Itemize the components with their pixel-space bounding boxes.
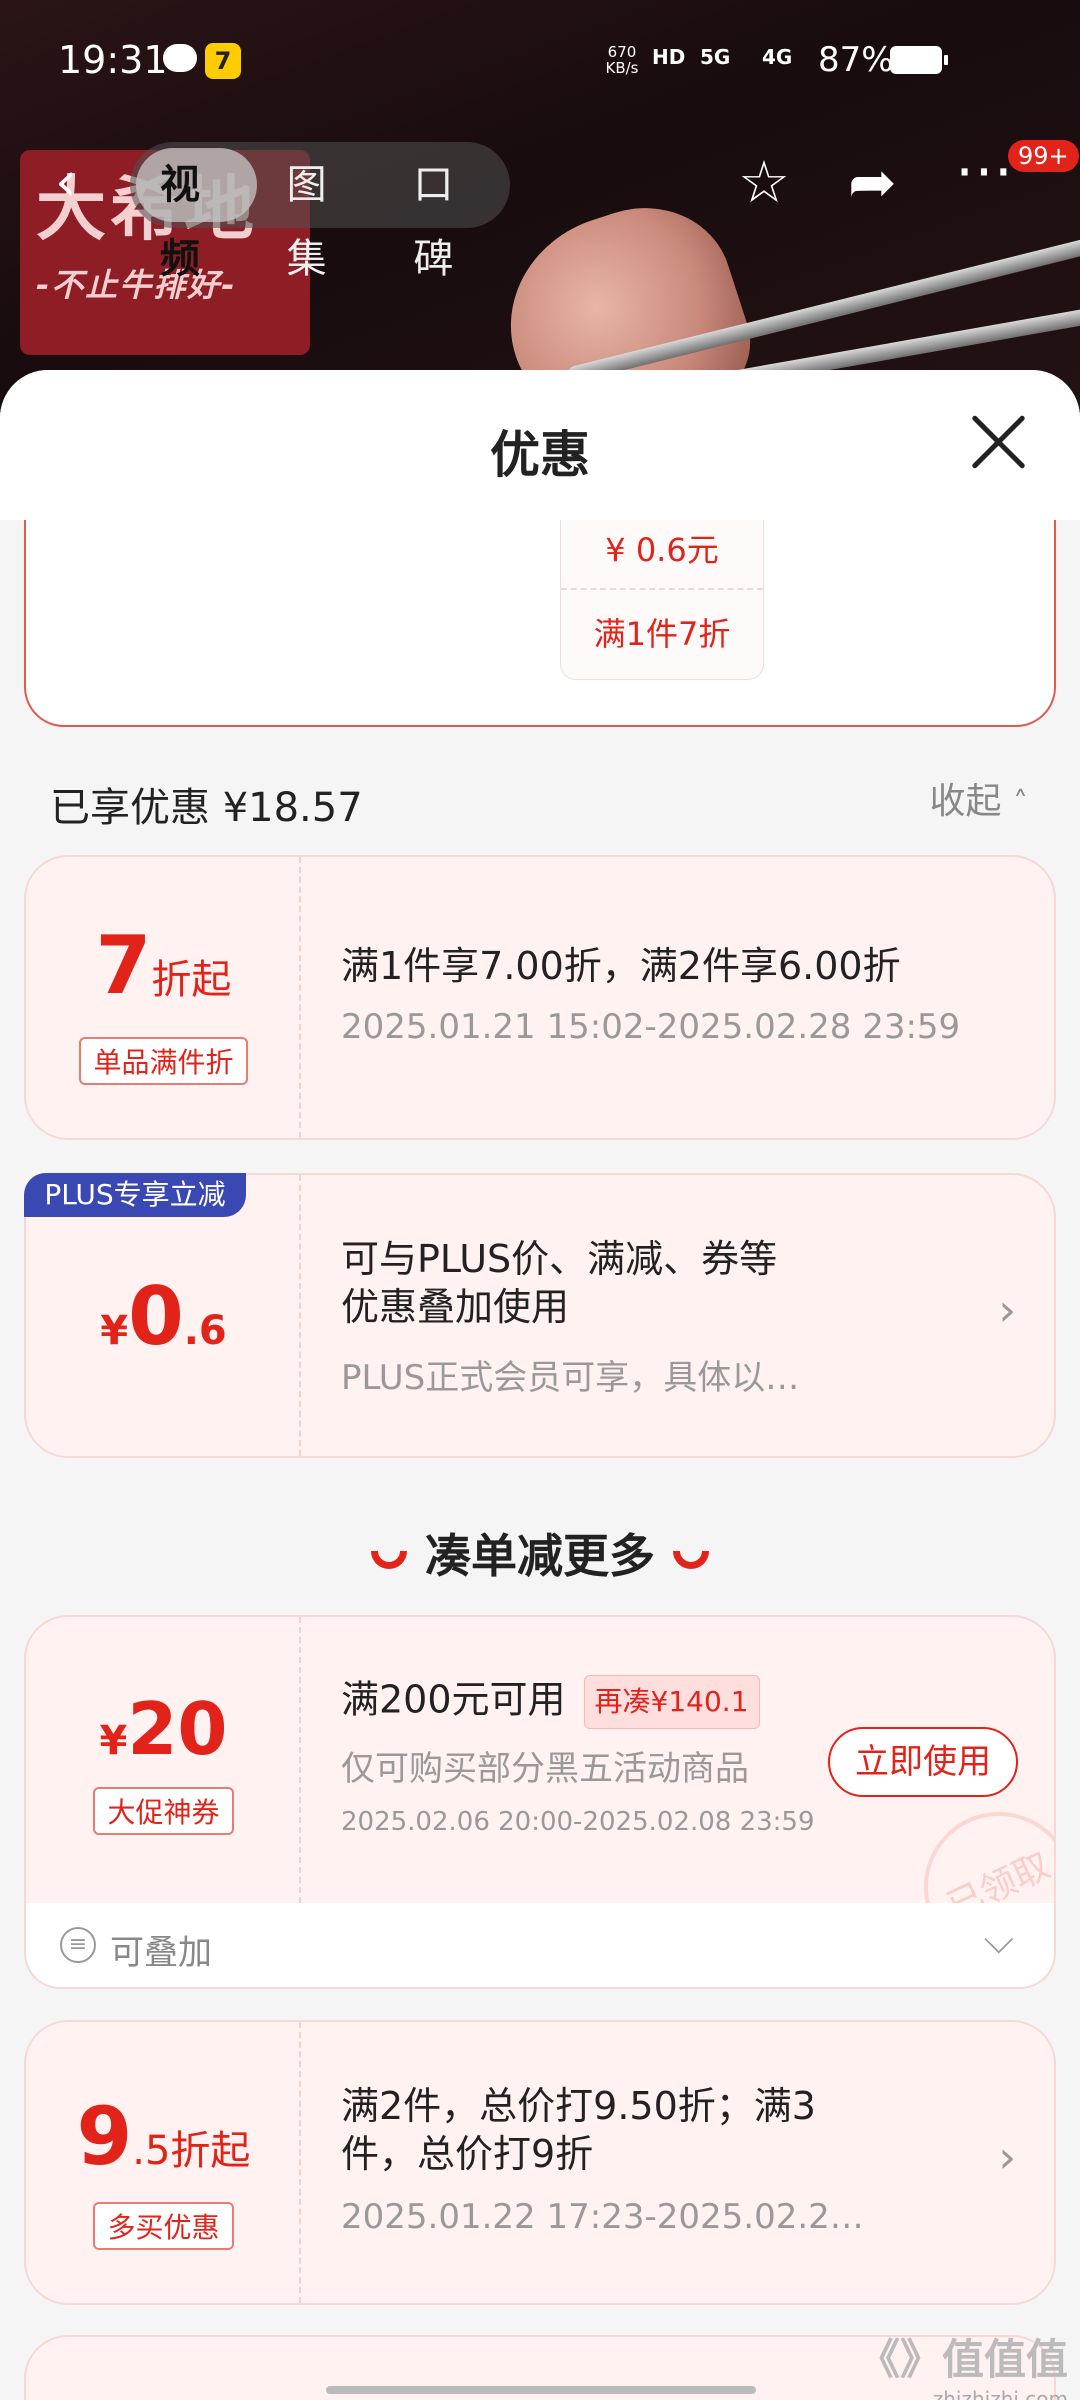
5g-signal-icon: 5G: [700, 45, 731, 69]
coupon-value-suffix: 折起: [151, 957, 232, 1003]
status-bar: 19:31 7 670 KB/s HD 5G 4G 87%: [0, 0, 1080, 120]
wechat-icon: [163, 44, 197, 72]
coupon-tag: 大促神券: [26, 1787, 301, 1835]
coupon-tag: 单品满件折: [26, 1037, 301, 1085]
collapse-label: 收起: [929, 781, 1002, 822]
watermark-site: zhizhizhi.com: [932, 2387, 1068, 2400]
close-icon[interactable]: [968, 412, 1028, 472]
coupon-value-area: 7折起 单品满件折: [26, 857, 301, 1138]
coupon-value-number: 20: [127, 1687, 228, 1771]
stack-icon: ≡: [60, 1927, 96, 1963]
coupon-value-area: ¥0.6: [26, 1175, 301, 1456]
message-count-badge: 99+: [1008, 140, 1079, 172]
coupon-value: ¥0.6: [26, 1270, 301, 1363]
coupon-title-line2: 件，总价打9折: [341, 2132, 594, 2176]
share-icon[interactable]: ➦: [848, 148, 897, 216]
coupon-description: 仅可购买部分黑五活动商品: [341, 1749, 749, 1789]
coupon-tag-label: 大促神券: [93, 1787, 234, 1835]
coupon-value: 7折起: [26, 919, 301, 1012]
chevron-right-icon[interactable]: ›: [998, 1285, 1016, 1336]
coupon-value-number: 9: [76, 2090, 133, 2183]
discount-rule: 满1件7折: [593, 615, 731, 653]
discount-detail: ¥ 0.6元 满1件7折: [560, 520, 764, 680]
net-speed-unit: KB/s: [605, 59, 639, 77]
use-now-button[interactable]: 立即使用: [828, 1727, 1018, 1797]
stackable-row[interactable]: ≡ 可叠加 ⌵: [24, 1903, 1056, 1989]
coupon-tag-label: 单品满件折: [79, 1037, 248, 1085]
top-nav: ‹ 视频 图集 口碑 ☆ ➦ ⋯ 99+: [0, 130, 1080, 282]
back-arrow-icon[interactable]: ‹: [55, 150, 77, 213]
coupon-validity: 2025.02.06 20:00-2025.02.08 23:59: [341, 1807, 815, 1837]
coupon-value: 9.5折起: [26, 2090, 301, 2183]
coupon-card-promo[interactable]: ¥20 大促神券 满200元可用 再凑¥140.1 仅可购买部分黑五活动商品 20…: [24, 1615, 1056, 1905]
coupon-value-area: 9.5折起 多买优惠: [26, 2022, 301, 2303]
tab-reviews[interactable]: 口碑: [389, 148, 510, 282]
app-notification-icon: 7: [205, 43, 241, 79]
site-watermark: 《》值值值 zhizhizhi.com: [858, 2326, 1068, 2400]
coupon-value-suffix: .5折起: [132, 2128, 251, 2174]
coupon-card-quantity-discount[interactable]: 7折起 单品满件折 满1件享7.00折，满2件享6.00折 2025.01.21…: [24, 855, 1056, 1140]
smile-decoration-icon: [673, 1550, 709, 1569]
chevron-right-icon[interactable]: ›: [998, 2132, 1016, 2183]
coupon-validity: 2025.01.22 17:23-2025.02.2…: [341, 2197, 864, 2237]
coupon-value-number: 0: [128, 1270, 184, 1363]
coupon-title: 满200元可用 再凑¥140.1: [341, 1675, 760, 1729]
hd-icon: HD: [652, 45, 686, 69]
coupon-validity: 2025.01.21 15:02-2025.02.28 23:59: [341, 1007, 961, 1047]
coupon-info: 可与PLUS价、满减、券等 优惠叠加使用 PLUS正式会员可享，具体以…: [341, 1175, 1014, 1456]
more-icon[interactable]: ⋯: [955, 136, 1013, 204]
section-title: 凑单减更多: [0, 1520, 1080, 1586]
currency-symbol: ¥: [99, 1718, 128, 1764]
battery-percent: 87%: [818, 40, 894, 80]
coupon-threshold: 满200元可用: [341, 1677, 566, 1722]
tab-video[interactable]: 视频: [136, 148, 257, 282]
coupon-info: 满2件，总价打9.50折；满3 件，总价打9折 2025.01.22 17:23…: [341, 2022, 1014, 2303]
coupon-title-line1: 可与PLUS价、满减、券等: [341, 1237, 778, 1281]
collapse-button[interactable]: 收起 ˄: [930, 772, 1028, 824]
coupon-description: PLUS正式会员可享，具体以…: [341, 1358, 800, 1398]
coupon-value-suffix: .6: [183, 1308, 227, 1354]
coupon-title-line2: 优惠叠加使用: [341, 1285, 570, 1329]
currency-symbol: ¥: [100, 1308, 129, 1354]
tab-gallery[interactable]: 图集: [263, 148, 384, 282]
coupon-info: 满1件享7.00折，满2件享6.00折 2025.01.21 15:02-202…: [341, 857, 1014, 1138]
coupon-value-area: ¥20 大促神券: [26, 1617, 301, 1903]
coupon-value: ¥20: [26, 1687, 301, 1771]
coupon-info: 满200元可用 再凑¥140.1 仅可购买部分黑五活动商品 2025.02.06 …: [341, 1617, 815, 1903]
chevron-down-icon[interactable]: ⌵: [984, 1917, 1014, 1963]
home-indicator[interactable]: [326, 2386, 756, 2394]
section-title-text: 凑单减更多: [425, 1529, 655, 1583]
coupon-tag-label: 多买优惠: [93, 2202, 234, 2250]
chevron-up-icon: ˄: [1013, 786, 1028, 821]
star-icon[interactable]: ☆: [738, 148, 790, 216]
sheet-header: 优惠: [0, 370, 1080, 520]
smile-decoration-icon: [371, 1550, 407, 1569]
coupon-title: 满1件享7.00折，满2件享6.00折: [341, 944, 901, 988]
media-tabs: 视频 图集 口碑: [130, 142, 510, 282]
status-time: 19:31: [58, 38, 168, 82]
coupon-title-line1: 满2件，总价打9.50折；满3: [341, 2084, 816, 2128]
applied-discount-summary: 已享优惠 ¥18.57: [50, 785, 363, 831]
watermark-brand: 《》值值值: [857, 2335, 1068, 2384]
coupon-card-multi-buy[interactable]: 9.5折起 多买优惠 满2件，总价打9.50折；满3 件，总价打9折 2025.…: [24, 2020, 1056, 2305]
coupon-value-number: 7: [95, 919, 152, 1012]
coupon-tag: 多买优惠: [26, 2202, 301, 2250]
plus-member-tag: PLUS专享立减: [24, 1173, 246, 1217]
discount-amount: ¥ 0.6元: [561, 520, 763, 590]
stackable-label: 可叠加: [110, 1933, 212, 1973]
claimed-stamp: 已领取: [899, 1787, 1054, 1903]
remaining-amount-badge: 再凑¥140.1: [583, 1675, 760, 1729]
4g-signal-icon: 4G: [762, 45, 793, 69]
battery-icon: [890, 46, 948, 74]
price-breakdown-card: ¥ 0.6元 满1件7折: [24, 520, 1056, 727]
sheet-title: 优惠: [490, 426, 590, 484]
discount-sheet: 优惠 ¥ 0.6元 满1件7折 已享优惠 ¥18.57 收起 ˄ 7折起 单品满…: [0, 370, 1080, 2400]
network-speed: 670 KB/s: [604, 44, 640, 76]
